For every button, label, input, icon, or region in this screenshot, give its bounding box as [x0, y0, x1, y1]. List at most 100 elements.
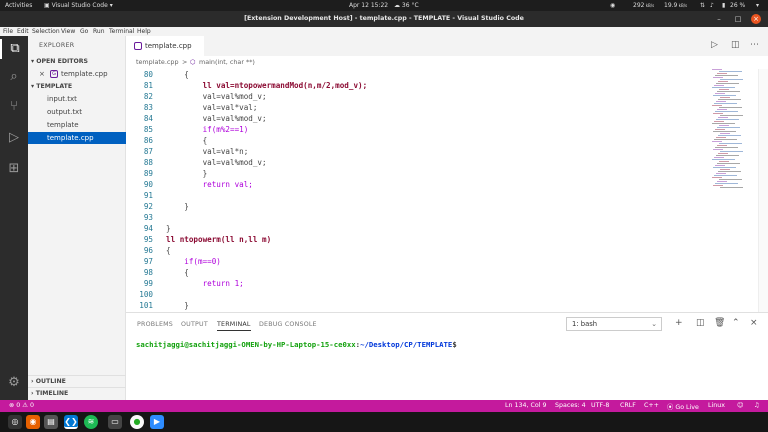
new-terminal-icon[interactable]: + [675, 318, 683, 328]
code-line[interactable]: 87 val=val*n; [126, 146, 706, 157]
minimize-button[interactable]: – [714, 14, 724, 24]
language-mode[interactable]: C++ [644, 402, 659, 409]
tray-icon[interactable]: ◉ [610, 2, 615, 9]
maximize-button[interactable]: □ [733, 14, 743, 24]
code-line[interactable]: 85 if(m%2==1) [126, 124, 706, 135]
notifications-icon[interactable]: ♫ [754, 402, 760, 409]
code-line[interactable]: 97 if(m==0) [126, 256, 706, 267]
tab-terminal[interactable]: TERMINAL [217, 321, 251, 331]
run-debug-icon[interactable]: ▷ [0, 128, 28, 148]
code-line[interactable]: 80 { [126, 69, 706, 80]
split-terminal-icon[interactable]: ◫ [696, 318, 705, 328]
code-line[interactable]: 95 ll ntopowerm(ll n,ll m) [126, 234, 706, 245]
files-icon[interactable]: ▤ [44, 415, 58, 429]
explorer-icon[interactable]: ⧉ [0, 39, 28, 59]
run-icon[interactable]: ▷ [711, 40, 718, 50]
source-control-icon[interactable]: ⑂ [0, 97, 28, 117]
minimap[interactable] [712, 69, 758, 312]
code-line[interactable]: 83 val=val*val; [126, 102, 706, 113]
minimap-line [720, 115, 743, 116]
feedback-icon[interactable]: ☺ [737, 402, 744, 409]
menu-run[interactable]: Run [93, 28, 105, 35]
outline-section[interactable]: › OUTLINE [28, 375, 126, 386]
search-icon[interactable]: ⌕ [0, 67, 28, 87]
mongodb-icon[interactable]: ● [130, 415, 144, 429]
go-live-button[interactable]: ⦿ Go Live [667, 402, 699, 411]
system-menu-chevron-icon[interactable]: ▾ [756, 2, 759, 9]
spotify-icon[interactable]: ≋ [84, 415, 98, 429]
os-label[interactable]: Linux [708, 402, 725, 409]
firefox-icon[interactable]: ◉ [26, 415, 40, 429]
tab-output[interactable]: OUTPUT [181, 321, 208, 328]
file-item-template[interactable]: template [28, 119, 126, 131]
code-line[interactable]: 99 return 1; [126, 278, 706, 289]
menu-help[interactable]: Help [137, 28, 151, 35]
code-line[interactable]: 82 val=val%mod_v; [126, 91, 706, 102]
problems-indicator[interactable]: ⊗ 0 ⚠ 0 [9, 402, 34, 409]
menu-edit[interactable]: Edit [17, 28, 29, 35]
indentation[interactable]: Spaces: 4 [555, 402, 586, 409]
breadcrumb-file[interactable]: template.cpp [136, 58, 179, 66]
terminal-prompt[interactable]: sachitjaggi@sachitjaggi-OMEN-by-HP-Lapto… [136, 340, 457, 349]
code-line[interactable]: 90 return val; [126, 179, 706, 190]
code-line[interactable]: 96 { [126, 245, 706, 256]
manage-gear-icon[interactable]: ⚙ [0, 373, 28, 393]
code-line[interactable]: 89 } [126, 168, 706, 179]
tab-debug-console[interactable]: DEBUG CONSOLE [259, 321, 317, 328]
menu-file[interactable]: File [3, 28, 13, 35]
battery-icon[interactable]: ▮ [722, 2, 725, 9]
breadcrumb-symbol[interactable]: main(int, char **) [199, 58, 255, 66]
minimap-line [712, 69, 722, 70]
code-line[interactable]: 100 [126, 289, 706, 300]
code-line[interactable]: 91 [126, 190, 706, 201]
menu-terminal[interactable]: Terminal [109, 28, 134, 35]
code-line[interactable]: 98 { [126, 267, 706, 278]
file-item-template-cpp[interactable]: template.cpp [28, 132, 126, 144]
code-line[interactable]: 101 } [126, 300, 706, 311]
chrome-icon[interactable]: ◎ [8, 415, 22, 429]
open-editor-item[interactable]: × G template.cpp [28, 68, 126, 80]
menu-view[interactable]: View [61, 28, 75, 35]
net-down-speed: 292 kB/s [633, 2, 655, 9]
code-editor[interactable]: 80 {81 ll val=ntopowermandMod(n,m/2,mod_… [126, 69, 706, 312]
code-line[interactable]: 84 val=val%mod_v; [126, 113, 706, 124]
menu-selection[interactable]: Selection [32, 28, 60, 35]
split-editor-icon[interactable]: ◫ [731, 40, 740, 50]
encoding[interactable]: UTF-8 [591, 402, 609, 409]
terminal-select[interactable]: 1: bash ⌄ [566, 317, 662, 331]
app-menu[interactable]: ▣ Visual Studio Code ▾ [44, 2, 113, 9]
file-item-output[interactable]: output.txt [28, 106, 126, 118]
maximize-panel-icon[interactable]: ⌃ [732, 318, 740, 328]
menu-go[interactable]: Go [80, 28, 88, 35]
more-actions-icon[interactable]: ⋯ [750, 40, 759, 50]
activities-button[interactable]: Activities [5, 2, 32, 9]
folder-section[interactable]: ▾ TEMPLATE [28, 81, 126, 92]
extensions-icon[interactable]: ⊞ [0, 159, 28, 179]
code-line[interactable]: 92 } [126, 201, 706, 212]
zoom-icon[interactable]: ▶ [150, 415, 164, 429]
cursor-position[interactable]: Ln 134, Col 9 [505, 402, 547, 409]
code-line[interactable]: 81 ll val=ntopowermandMod(n,m/2,mod_v); [126, 80, 706, 91]
kill-terminal-icon[interactable]: 🗑 [714, 318, 725, 328]
file-item-input[interactable]: input.txt [28, 93, 126, 105]
clock[interactable]: Apr 12 15:22 [349, 2, 388, 9]
tab-template-cpp[interactable]: template.cpp [126, 36, 204, 56]
terminal-icon[interactable]: ▭ [108, 415, 122, 429]
code-line[interactable]: 93 [126, 212, 706, 223]
volume-icon[interactable]: ♪ [710, 2, 714, 9]
network-icon[interactable]: ⇅ [700, 2, 705, 9]
close-panel-icon[interactable]: × [750, 318, 758, 328]
close-editor-icon[interactable]: × [39, 68, 45, 80]
editor-scrollbar[interactable] [758, 69, 768, 312]
code-line[interactable]: 94} [126, 223, 706, 234]
tab-problems[interactable]: PROBLEMS [137, 321, 173, 328]
code-text: } [166, 224, 171, 233]
vscode-icon[interactable]: ❮❯ [64, 415, 78, 429]
code-line[interactable]: 88 val=val%mod_v; [126, 157, 706, 168]
close-button[interactable]: × [751, 14, 761, 24]
line-ending[interactable]: CRLF [620, 402, 636, 409]
code-line[interactable]: 86 { [126, 135, 706, 146]
weather-indicator[interactable]: ☁ 36 °C [394, 2, 419, 9]
open-editors-section[interactable]: ▾ OPEN EDITORS [28, 56, 126, 67]
timeline-section[interactable]: › TIMELINE [28, 387, 126, 398]
